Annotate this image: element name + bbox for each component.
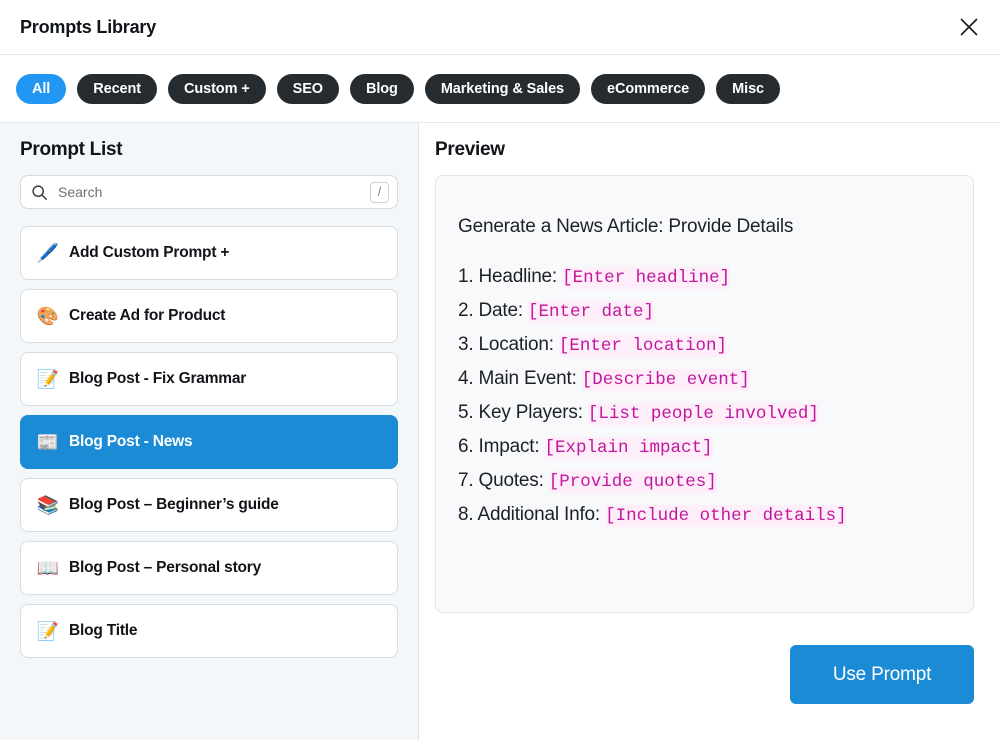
list-item-label: Blog Post - News (69, 433, 192, 451)
books-icon: 📚 (35, 496, 61, 514)
memo-icon: 📝 (35, 622, 61, 640)
prompt-line-label: 3. Location: (458, 334, 559, 355)
list-item-add-custom-prompt[interactable]: 🖊️ Add Custom Prompt + (20, 226, 398, 280)
list-item-label: Blog Title (69, 622, 137, 640)
list-item-label: Create Ad for Product (69, 307, 225, 325)
prompt-list-panel: Prompt List / 🖊️ Add Custom Prompt + (0, 123, 419, 740)
prompt-line: 4. Main Event: [Describe event] (458, 366, 951, 393)
prompt-line: 1. Headline: [Enter headline] (458, 264, 951, 291)
list-item-blog-post-beginners-guide[interactable]: 📚 Blog Post – Beginner’s guide (20, 478, 398, 532)
tab-custom[interactable]: Custom + (168, 74, 266, 104)
preview-card: Generate a News Article: Provide Details… (435, 175, 974, 613)
prompt-line: 6. Impact: [Explain impact] (458, 434, 951, 461)
list-item-label: Blog Post – Beginner’s guide (69, 496, 279, 514)
prompt-line: 5. Key Players: [List people involved] (458, 400, 951, 427)
modal-body: Prompt List / 🖊️ Add Custom Prompt + (0, 123, 1000, 740)
prompt-list-heading: Prompt List (20, 139, 398, 161)
tab-blog[interactable]: Blog (350, 74, 414, 104)
prompt-line: 2. Date: [Enter date] (458, 298, 951, 325)
search-input[interactable] (49, 176, 370, 208)
search-icon (31, 184, 49, 201)
tab-misc[interactable]: Misc (716, 74, 780, 104)
list-item-label: Add Custom Prompt + (69, 244, 229, 262)
prompt-body: 1. Headline: [Enter headline] 2. Date: [… (458, 264, 951, 529)
prompt-line-label: 7. Quotes: (458, 470, 549, 491)
tab-seo[interactable]: SEO (277, 74, 339, 104)
list-item-label: Blog Post – Personal story (69, 559, 261, 577)
prompt-placeholder-token: [Enter location] (559, 335, 727, 357)
prompt-placeholder-token: [List people involved] (588, 403, 819, 425)
preview-heading: Preview (435, 139, 974, 161)
page-title: Prompts Library (20, 17, 156, 38)
list-item-blog-title[interactable]: 📝 Blog Title (20, 604, 398, 658)
modal-titlebar: Prompts Library (0, 0, 1000, 55)
prompt-placeholder-token: [Enter date] (528, 301, 654, 323)
prompts-library-modal: Prompts Library All Recent Custom + SEO … (0, 0, 1000, 740)
newspaper-icon: 📰 (35, 433, 61, 451)
tab-all[interactable]: All (16, 74, 66, 104)
prompt-placeholder-token: [Provide quotes] (549, 471, 717, 493)
prompt-line: 7. Quotes: [Provide quotes] (458, 468, 951, 495)
prompt-placeholder-token: [Describe event] (582, 369, 750, 391)
list-item-blog-post-personal-story[interactable]: 📖 Blog Post – Personal story (20, 541, 398, 595)
list-item-create-ad-for-product[interactable]: 🎨 Create Ad for Product (20, 289, 398, 343)
search-shortcut-badge[interactable]: / (370, 182, 389, 203)
tab-ecommerce[interactable]: eCommerce (591, 74, 705, 104)
list-item-blog-post-news[interactable]: 📰 Blog Post - News (20, 415, 398, 469)
prompt-line-label: 8. Additional Info: (458, 504, 605, 525)
prompt-line-label: 6. Impact: (458, 436, 545, 457)
prompt-title: Generate a News Article: Provide Details (458, 216, 951, 238)
list-item-label: Blog Post - Fix Grammar (69, 370, 246, 388)
prompt-line-label: 4. Main Event: (458, 368, 582, 389)
memo-icon: 📝 (35, 370, 61, 388)
pen-icon: 🖊️ (35, 244, 61, 262)
search-field[interactable]: / (20, 175, 398, 209)
prompt-line: 3. Location: [Enter location] (458, 332, 951, 359)
category-tabbar: All Recent Custom + SEO Blog Marketing &… (0, 55, 1000, 123)
list-item-blog-post-fix-grammar[interactable]: 📝 Blog Post - Fix Grammar (20, 352, 398, 406)
palette-icon: 🎨 (35, 307, 61, 325)
prompt-line-label: 2. Date: (458, 300, 528, 321)
preview-footer: Use Prompt (435, 613, 974, 740)
prompt-list: 🖊️ Add Custom Prompt + 🎨 Create Ad for P… (20, 226, 398, 658)
prompt-line: 8. Additional Info: [Include other detai… (458, 502, 951, 529)
tab-recent[interactable]: Recent (77, 74, 157, 104)
prompt-placeholder-token: [Include other details] (605, 505, 847, 527)
tab-marketing-sales[interactable]: Marketing & Sales (425, 74, 580, 104)
open-book-icon: 📖 (35, 559, 61, 577)
close-button[interactable] (952, 10, 986, 44)
preview-panel: Preview Generate a News Article: Provide… (419, 123, 1000, 740)
prompt-placeholder-token: [Enter headline] (562, 267, 730, 289)
prompt-line-label: 1. Headline: (458, 266, 562, 287)
prompt-placeholder-token: [Explain impact] (545, 437, 713, 459)
prompt-line-label: 5. Key Players: (458, 402, 588, 423)
use-prompt-button[interactable]: Use Prompt (790, 645, 974, 704)
close-icon (958, 16, 980, 38)
